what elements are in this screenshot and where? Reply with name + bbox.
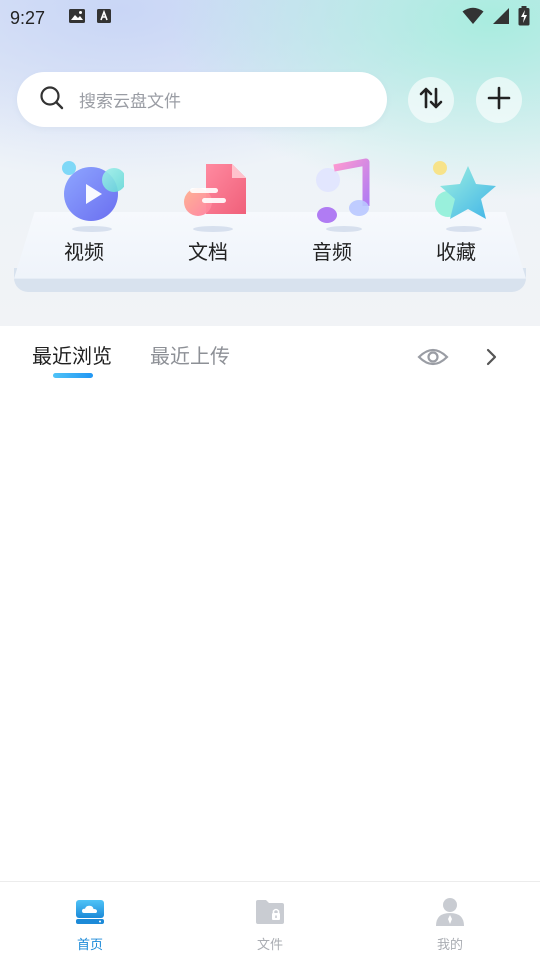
transfer-sort-button[interactable] bbox=[408, 77, 454, 123]
status-time: 9:27 bbox=[10, 7, 46, 28]
battery-charging-icon bbox=[518, 6, 530, 30]
music-note-icon bbox=[292, 158, 372, 234]
nav-files[interactable]: 文件 bbox=[180, 882, 360, 960]
tab-recent-upload[interactable]: 最近上传 bbox=[150, 340, 230, 369]
category-audio[interactable]: 音频 bbox=[282, 158, 382, 268]
signal-icon bbox=[492, 7, 510, 29]
plus-icon bbox=[486, 85, 512, 115]
tab-active-indicator bbox=[53, 373, 93, 378]
wifi-icon bbox=[462, 7, 484, 29]
star-icon bbox=[416, 158, 496, 234]
recent-tabs: 最近浏览 最近上传 bbox=[0, 326, 540, 386]
video-play-icon bbox=[44, 158, 126, 234]
category-document[interactable]: 文档 bbox=[158, 158, 258, 268]
status-bar: 9:27 bbox=[0, 0, 540, 36]
bottom-nav: 首页 文件 我的 bbox=[0, 881, 540, 960]
category-video[interactable]: 视频 bbox=[34, 158, 134, 268]
status-right-icons bbox=[462, 6, 530, 30]
search-placeholder: 搜索云盘文件 bbox=[79, 92, 181, 112]
up-down-arrows-icon bbox=[418, 85, 444, 115]
search-input[interactable]: 搜索云盘文件 bbox=[17, 72, 387, 127]
chevron-right-icon[interactable] bbox=[484, 346, 500, 368]
nav-home[interactable]: 首页 bbox=[0, 882, 180, 960]
tab-recent-browse[interactable]: 最近浏览 bbox=[32, 340, 112, 369]
category-label: 文档 bbox=[188, 240, 228, 264]
nav-label-home: 首页 bbox=[76, 938, 103, 953]
user-icon bbox=[434, 896, 466, 928]
image-icon bbox=[68, 8, 86, 28]
category-favorites[interactable]: 收藏 bbox=[406, 158, 506, 268]
category-label: 音频 bbox=[312, 240, 352, 264]
nav-label-mine: 我的 bbox=[436, 938, 463, 953]
category-label: 视频 bbox=[64, 240, 104, 264]
category-label: 收藏 bbox=[436, 240, 476, 264]
nav-label-files: 文件 bbox=[256, 938, 283, 953]
home-screen: 9:27 搜索云盘文件 视频 文档 音频 收藏 最近浏览 最近上传 首页 文件 … bbox=[0, 0, 540, 960]
cloud-drive-icon bbox=[74, 896, 106, 928]
folder-lock-icon bbox=[254, 896, 286, 928]
nav-mine[interactable]: 我的 bbox=[360, 882, 540, 960]
search-icon bbox=[39, 85, 65, 115]
eye-icon[interactable] bbox=[417, 346, 449, 368]
add-button[interactable] bbox=[476, 77, 522, 123]
text-a-icon bbox=[96, 8, 112, 28]
document-icon bbox=[168, 158, 248, 234]
